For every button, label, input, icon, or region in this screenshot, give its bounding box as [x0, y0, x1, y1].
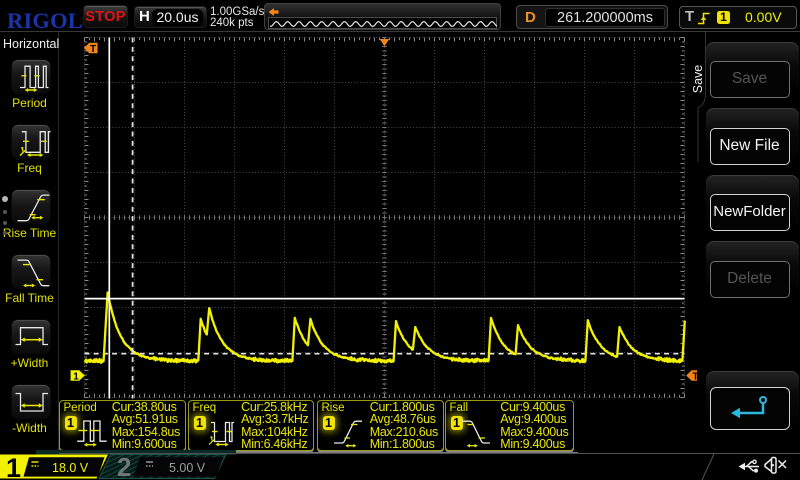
svg-text:1: 1	[73, 371, 79, 382]
svg-text:1: 1	[6, 453, 21, 480]
svg-text:2: 2	[117, 452, 131, 480]
svg-text:T: T	[90, 44, 96, 55]
svg-text:18.0 V: 18.0 V	[52, 461, 89, 475]
svg-text:5.00 V: 5.00 V	[169, 461, 206, 475]
